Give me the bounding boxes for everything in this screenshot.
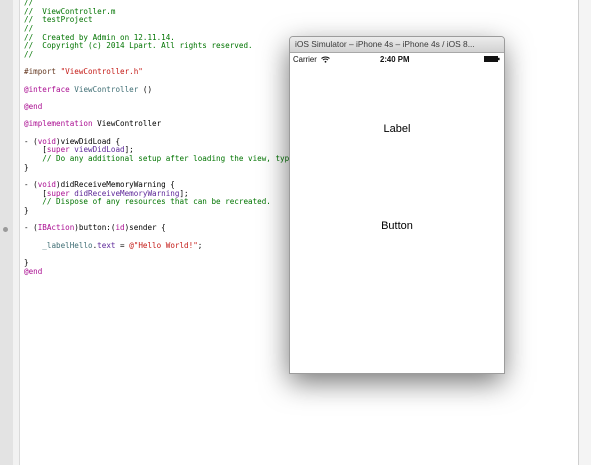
carrier-label: Carrier — [293, 55, 317, 64]
code-token: // testProject — [24, 15, 93, 25]
status-time: 2:40 PM — [380, 55, 410, 64]
code-token: #import — [24, 67, 61, 77]
code-token: ViewController — [92, 119, 162, 129]
code-token: didReceiveMemoryWarning — [74, 188, 180, 198]
code-token: @end — [24, 102, 43, 112]
code-token: "ViewController.h" — [60, 67, 143, 77]
code-token: // Do any additional setup after loading… — [24, 154, 299, 164]
ibaction-connection-icon[interactable] — [3, 227, 8, 232]
battery-icon — [484, 56, 500, 62]
code-token: - ( — [24, 136, 38, 146]
code-token: - ( — [24, 223, 38, 233]
code-token: @interface — [24, 84, 70, 94]
code-token: // Copyright (c) 2014 Lpart. All rights … — [24, 41, 253, 51]
code-line[interactable]: // ViewController.m — [24, 6, 584, 17]
hello-label: Label — [383, 123, 411, 135]
code-token: )sender { — [124, 223, 166, 233]
code-token: // Dispose of any resources that can be … — [24, 197, 271, 207]
hello-button[interactable]: Button — [290, 220, 504, 232]
code-token: @end — [24, 266, 43, 276]
code-token: @implementation — [24, 119, 93, 129]
ios-status-bar: Carrier 2:40 PM — [290, 53, 504, 66]
code-token: void — [37, 136, 57, 146]
code-token: ViewController — [74, 84, 139, 94]
code-token: )viewDidLoad { — [56, 136, 121, 146]
code-token: // — [24, 50, 34, 60]
code-token: () — [138, 84, 153, 94]
code-token: ]; — [124, 145, 134, 155]
code-token: IBAction — [37, 223, 75, 233]
code-token: [ — [24, 188, 47, 198]
code-token: super — [46, 188, 70, 198]
code-line[interactable]: // testProject — [24, 16, 584, 25]
code-token: _labelHello — [42, 240, 93, 250]
simulator-title-bar[interactable]: iOS Simulator – iPhone 4s – iPhone 4s / … — [290, 37, 504, 53]
editor-gutter-fold — [13, 0, 20, 465]
code-token: = — [115, 240, 130, 250]
code-token: ; — [197, 240, 203, 250]
ios-simulator-window[interactable]: iOS Simulator – iPhone 4s – iPhone 4s / … — [289, 36, 505, 374]
code-token: ]; — [179, 188, 189, 198]
code-token: )button:( — [74, 223, 116, 233]
code-token: } — [24, 206, 29, 216]
code-token: - ( — [24, 180, 38, 190]
code-token: [ — [24, 145, 47, 155]
code-token: id — [115, 223, 125, 233]
code-token: viewDidLoad — [74, 145, 125, 155]
code-token: } — [24, 258, 29, 268]
code-token: } — [24, 162, 29, 172]
code-token: // Created by Admin on 12.11.14. — [24, 32, 175, 42]
code-token: )didReceiveMemoryWarning { — [56, 180, 175, 190]
code-token: void — [37, 180, 57, 190]
code-token: // ViewController.m — [24, 6, 116, 16]
editor-gutter — [0, 0, 14, 465]
code-token: // — [24, 24, 34, 34]
code-token: super — [46, 145, 70, 155]
wifi-icon — [321, 56, 330, 63]
code-token: @"Hello World!" — [129, 240, 198, 250]
code-token: text — [97, 240, 116, 250]
